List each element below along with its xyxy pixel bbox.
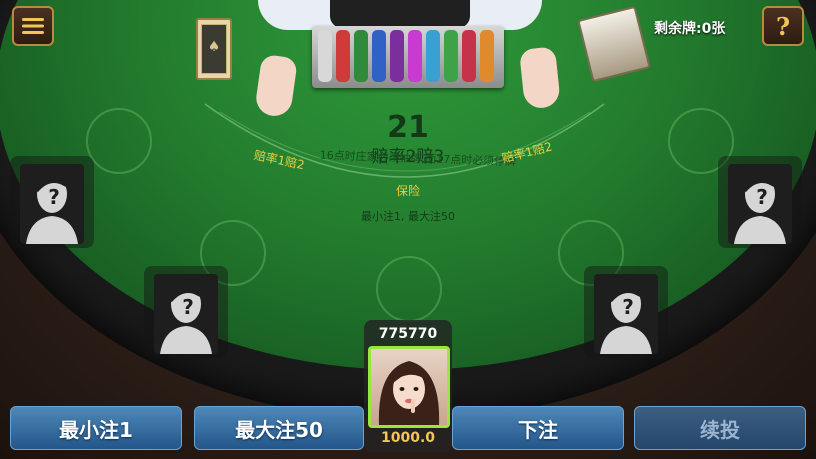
chip-stack [390, 30, 404, 82]
menu-button[interactable] [12, 6, 54, 46]
max-bet-button[interactable]: 最大注50 [194, 406, 364, 450]
player-score: 775770 [378, 326, 438, 342]
help-button[interactable]: ? [762, 6, 804, 46]
empty-seat[interactable]: ? [144, 266, 228, 358]
menu-icon [22, 18, 44, 34]
empty-seat[interactable]: ? [584, 266, 668, 358]
chip-stack [444, 30, 458, 82]
dealer-vest [330, 0, 470, 28]
player-money: 1000.0 [380, 430, 436, 446]
game-table-scene: ♠ ? 剩余牌:0张 21 赔率2赔3 16点时庄家必须抽牌,而17点时必须停牌… [0, 0, 816, 459]
empty-seat[interactable]: ? [10, 156, 94, 248]
svg-text:?: ? [756, 185, 768, 209]
dealer-count: 21 [387, 110, 429, 145]
insurance-label: 保险 [395, 184, 420, 198]
chip-stack [372, 30, 386, 82]
svg-text:?: ? [182, 295, 194, 319]
unknown-player-icon: ? [160, 283, 212, 354]
svg-text:?: ? [48, 185, 60, 209]
repeat-bet-button[interactable]: 续投 [634, 406, 806, 450]
avatar[interactable] [368, 346, 450, 428]
bet-limits: 最小注1, 最大注50 [361, 210, 455, 223]
min-bet-button[interactable]: 最小注1 [10, 406, 182, 450]
chip-stack [336, 30, 350, 82]
place-bet-button[interactable]: 下注 [452, 406, 624, 450]
spade-icon: ♠ [207, 39, 221, 55]
unknown-player-icon: ? [600, 283, 652, 354]
my-player-panel: 775770 1000.0 [364, 320, 452, 452]
player-avatar-image [378, 361, 440, 425]
cards-remaining: 剩余牌:0张 [654, 21, 726, 37]
chip-tray [312, 26, 504, 88]
unknown-player-icon: ? [26, 173, 78, 244]
chip-stack [426, 30, 440, 82]
bet-circle[interactable] [376, 256, 442, 322]
svg-text:?: ? [622, 295, 634, 319]
chip-stack [480, 30, 494, 82]
chip-stack [408, 30, 422, 82]
card-deck: ♠ [196, 18, 232, 80]
unknown-player-icon: ? [734, 173, 786, 244]
chip-stack [462, 30, 476, 82]
empty-seat[interactable]: ? [718, 156, 802, 248]
chip-stack [318, 30, 332, 82]
chip-stack [354, 30, 368, 82]
